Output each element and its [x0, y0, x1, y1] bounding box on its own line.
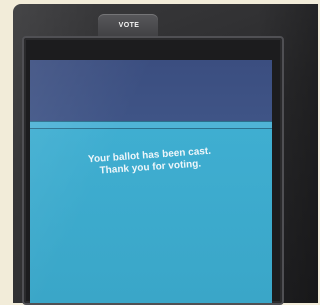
- vote-button-label: VOTE: [118, 22, 140, 29]
- screen-header-panel: [30, 60, 272, 121]
- touch-screen[interactable]: [30, 60, 272, 303]
- screen-divider: [30, 121, 272, 129]
